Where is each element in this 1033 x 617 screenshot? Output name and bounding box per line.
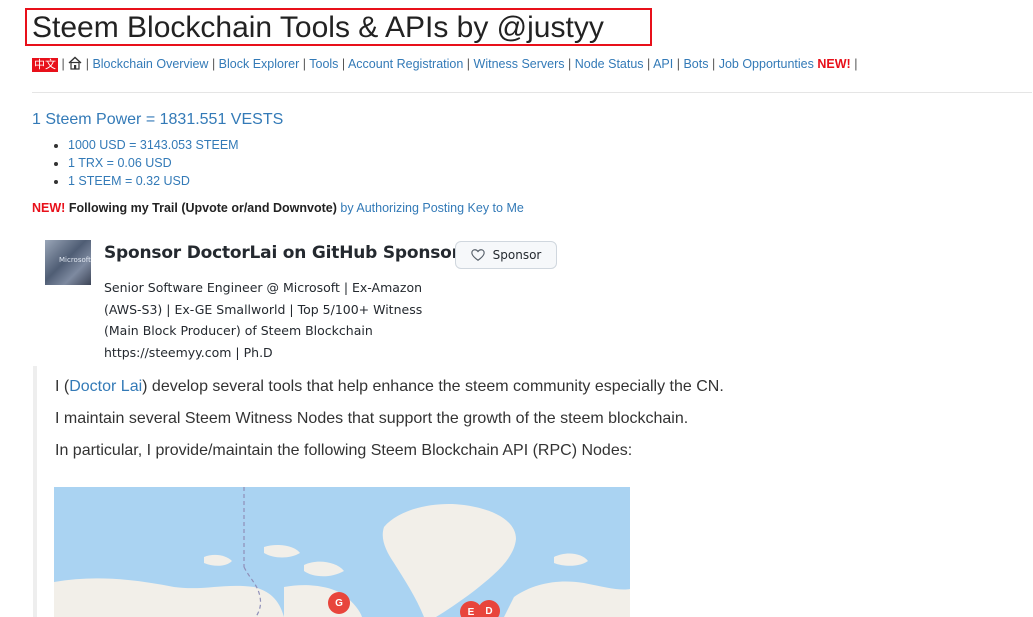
blockquote-border xyxy=(33,366,37,617)
nav-node-status[interactable]: Node Status xyxy=(575,57,644,71)
nav-tools[interactable]: Tools xyxy=(309,57,338,71)
nav-bots[interactable]: Bots xyxy=(683,57,708,71)
sponsor-card-title: Sponsor DoctorLai on GitHub Sponsors xyxy=(104,243,470,263)
bio-line: (Main Block Producer) of Steem Blockchai… xyxy=(104,323,373,338)
nav-job-opportunities[interactable]: Job Opportunties xyxy=(719,57,814,71)
rate-trx-usd-link[interactable]: 1 TRX = 0.06 USD xyxy=(68,156,172,170)
intro-paragraph-3: In particular, I provide/maintain the fo… xyxy=(55,442,633,459)
steem-power-conversion: 1 Steem Power = 1831.551 VESTS xyxy=(32,110,283,130)
steem-power-link[interactable]: 1 Steem Power = 1831.551 VESTS xyxy=(32,111,283,128)
bio-line: Senior Software Engineer @ Microsoft | E… xyxy=(104,280,423,295)
nav-account-registration[interactable]: Account Registration xyxy=(348,57,463,71)
nav-blockchain-overview[interactable]: Blockchain Overview xyxy=(92,57,208,71)
bio-line: (AWS-S3) | Ex-GE Smallworld | Top 5/100+… xyxy=(104,301,423,317)
nav-witness-servers[interactable]: Witness Servers xyxy=(474,57,565,71)
language-switch-link[interactable]: 中文 xyxy=(32,57,58,72)
home-icon[interactable] xyxy=(68,56,82,70)
intro-paragraph-1: I (Doctor Lai) develop several tools tha… xyxy=(55,378,724,395)
top-nav: 中文 | | Blockchain Overview | Block Explo… xyxy=(32,56,858,72)
sponsor-button[interactable]: Sponsor xyxy=(455,241,557,269)
divider xyxy=(32,92,1032,93)
heart-icon xyxy=(470,249,485,261)
list-item: 1000 USD = 3143.053 STEEM xyxy=(68,136,239,154)
rate-usd-steem-link[interactable]: 1000 USD = 3143.053 STEEM xyxy=(68,138,239,152)
node-map[interactable]: G E D xyxy=(54,487,630,617)
nav-api[interactable]: API xyxy=(653,57,673,71)
rate-steem-usd-link[interactable]: 1 STEEM = 0.32 USD xyxy=(68,174,190,188)
sponsor-bio: Senior Software Engineer @ Microsoft | E… xyxy=(104,277,434,363)
bio-line: https://steemyy.com | Ph.D xyxy=(104,344,273,360)
page-title: Steem Blockchain Tools & APIs by @justyy xyxy=(32,11,604,44)
map-marker-g[interactable]: G xyxy=(328,592,350,614)
nav-block-explorer[interactable]: Block Explorer xyxy=(219,57,300,71)
avatar[interactable]: Microsoft xyxy=(45,240,91,285)
avatar-caption: Microsoft xyxy=(59,256,91,264)
trail-text: Following my Trail (Upvote or/and Downvo… xyxy=(68,201,337,215)
trail-notice: NEW! Following my Trail (Upvote or/and D… xyxy=(32,199,524,217)
new-badge: NEW! xyxy=(817,57,851,71)
sponsor-button-label: Sponsor xyxy=(492,248,542,262)
intro-paragraph-2: I maintain several Steem Witness Nodes t… xyxy=(55,410,689,427)
new-badge: NEW! xyxy=(32,201,66,215)
list-item: 1 TRX = 0.06 USD xyxy=(68,154,239,172)
price-rates-list: 1000 USD = 3143.053 STEEM 1 TRX = 0.06 U… xyxy=(50,136,239,190)
doctor-lai-link[interactable]: Doctor Lai xyxy=(69,378,142,395)
list-item: 1 STEEM = 0.32 USD xyxy=(68,172,239,190)
map-marker-d[interactable]: D xyxy=(478,600,500,617)
authorize-posting-key-link[interactable]: by Authorizing Posting Key to Me xyxy=(340,201,523,215)
